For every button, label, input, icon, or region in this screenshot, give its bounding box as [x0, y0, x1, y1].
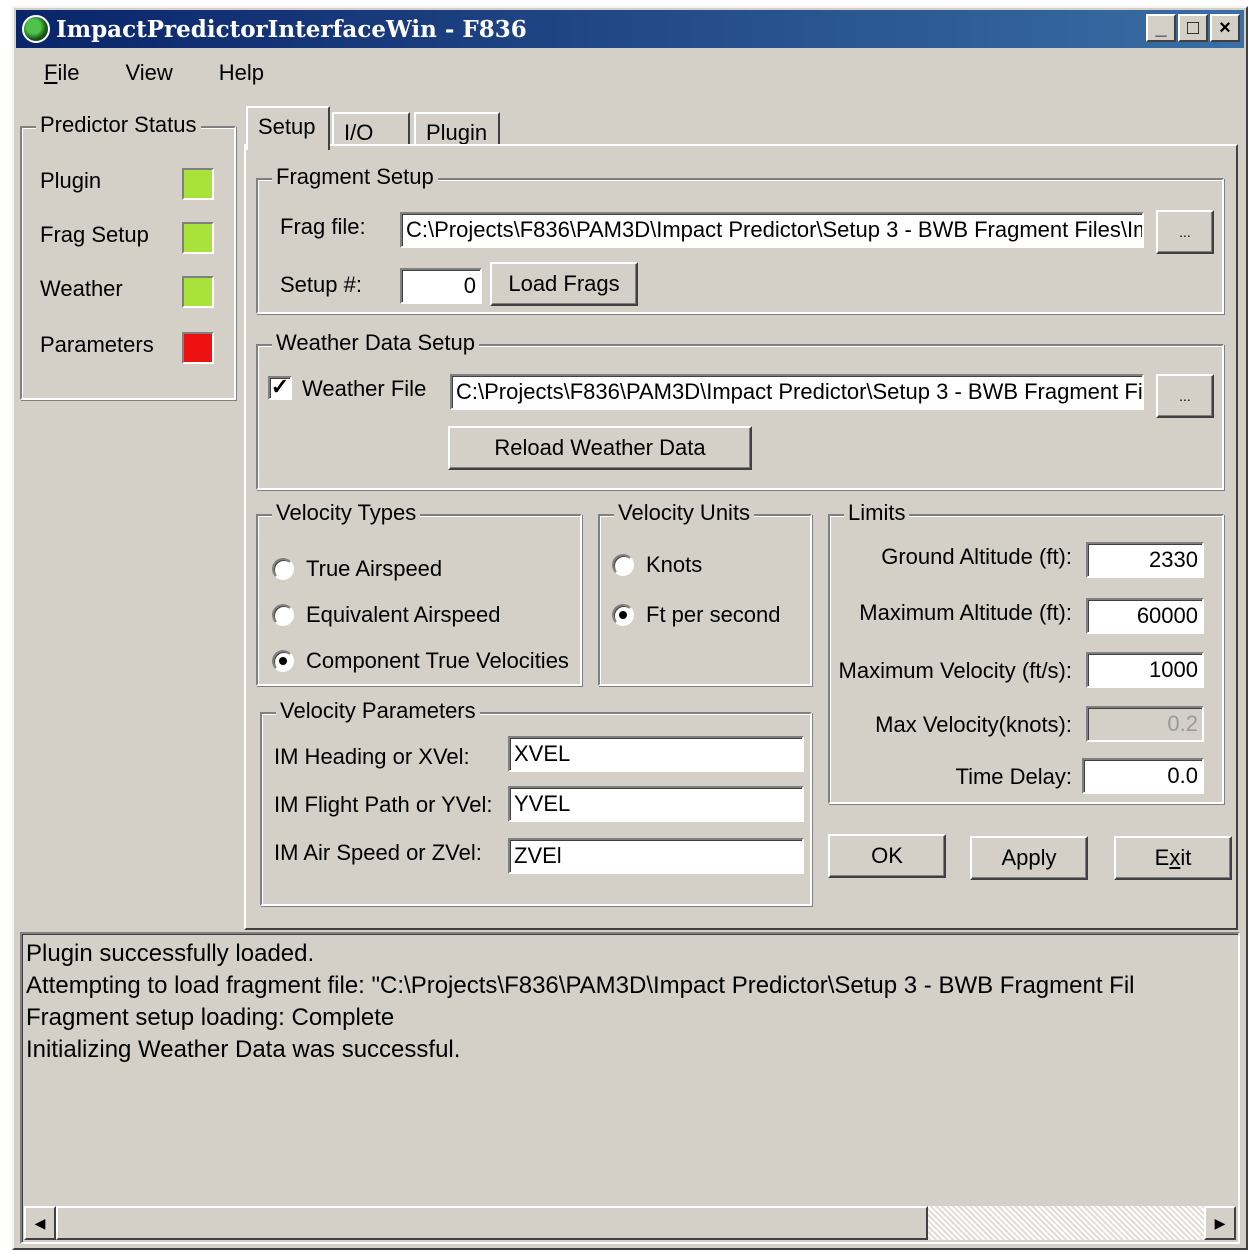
load-frags-button[interactable]: Load Frags — [490, 262, 638, 306]
radio-ft-per-second-label: Ft per second — [646, 602, 781, 627]
main-window: ImpactPredictorInterfaceWin - F836 _ □ ×… — [12, 6, 1248, 1250]
weather-file-input[interactable]: C:\Projects\F836\PAM3D\Impact Predictor\… — [450, 374, 1144, 410]
velocity-types-title: Velocity Types — [272, 500, 421, 526]
radio-component-true-velocities[interactable] — [272, 650, 294, 672]
reload-weather-data-button[interactable]: Reload Weather Data — [448, 426, 752, 470]
radio-knots[interactable] — [612, 554, 634, 576]
im-flight-path-label: IM Flight Path or YVel: — [274, 792, 493, 817]
tab-setup[interactable]: Setup — [246, 106, 330, 150]
im-flight-path-input[interactable]: YVEL — [508, 786, 804, 822]
max-velocity-knots-label: Max Velocity(knots): — [875, 712, 1072, 737]
log-line: Fragment setup loading: Complete — [26, 1004, 395, 1031]
time-delay-label: Time Delay: — [955, 764, 1072, 789]
log-line: Initializing Weather Data was successful… — [26, 1036, 461, 1063]
status-indicator-plugin — [182, 168, 214, 200]
weather-file-checkbox[interactable]: ✓ — [268, 376, 292, 400]
weather-file-browse-button[interactable]: ... — [1156, 374, 1214, 418]
radio-true-airspeed[interactable] — [272, 558, 294, 580]
menu-file-mnemonic: F — [44, 60, 58, 85]
im-air-speed-input[interactable]: ZVEl — [508, 838, 804, 874]
max-velocity-knots-input: 0.2 — [1086, 706, 1204, 742]
log-output-panel[interactable]: Plugin successfully loaded. Attempting t… — [20, 932, 1240, 1244]
frag-file-input[interactable]: C:\Projects\F836\PAM3D\Impact Predictor\… — [400, 212, 1144, 248]
weather-setup-group: Weather Data Setup ✓ Weather File C:\Pro… — [256, 330, 1224, 490]
limits-title: Limits — [844, 500, 910, 526]
ground-altitude-input[interactable]: 2330 — [1086, 542, 1204, 578]
velocity-types-group: Velocity Types True Airspeed Equivalent … — [256, 500, 582, 686]
radio-equivalent-airspeed-label: Equivalent Airspeed — [306, 602, 501, 627]
radio-ft-per-second[interactable] — [612, 604, 634, 626]
predictor-status-title: Predictor Status — [36, 112, 201, 138]
minimize-button[interactable]: _ — [1146, 14, 1176, 42]
status-label-parameters: Parameters — [40, 332, 154, 357]
title-bar[interactable]: ImpactPredictorInterfaceWin - F836 _ □ × — [16, 10, 1244, 48]
predictor-status-group: Predictor Status Plugin Frag Setup Weath… — [20, 112, 236, 400]
exit-label-mnemonic: x — [1169, 845, 1181, 870]
status-label-weather: Weather — [40, 276, 123, 301]
setup-tab-panel: Fragment Setup Frag file: C:\Projects\F8… — [244, 144, 1238, 930]
fragment-setup-title: Fragment Setup — [272, 164, 438, 190]
menu-bar: File View Help — [16, 54, 282, 90]
menu-help[interactable]: Help — [191, 54, 282, 90]
window-controls: _ □ × — [1146, 14, 1240, 42]
log-line: Plugin successfully loaded. — [26, 940, 315, 967]
status-indicator-weather — [182, 276, 214, 308]
status-indicator-parameters — [182, 332, 214, 364]
fragment-setup-group: Fragment Setup Frag file: C:\Projects\F8… — [256, 164, 1224, 314]
frag-file-label: Frag file: — [280, 214, 366, 239]
radio-equivalent-airspeed[interactable] — [272, 604, 294, 626]
menu-view[interactable]: View — [97, 54, 190, 90]
setup-number-input[interactable]: 0 — [400, 268, 482, 304]
velocity-units-title: Velocity Units — [614, 500, 755, 526]
velocity-parameters-group: Velocity Parameters IM Heading or XVel: … — [260, 698, 812, 906]
ground-altitude-label: Ground Altitude (ft): — [881, 544, 1072, 569]
exit-label-prefix: E — [1154, 845, 1170, 870]
close-button[interactable]: × — [1210, 14, 1240, 42]
maximize-button[interactable]: □ — [1178, 14, 1208, 42]
radio-true-airspeed-label: True Airspeed — [306, 556, 443, 581]
maximum-velocity-label: Maximum Velocity (ft/s): — [838, 658, 1072, 683]
maximum-altitude-label: Maximum Altitude (ft): — [859, 600, 1072, 625]
exit-button[interactable]: Ex it — [1114, 836, 1232, 880]
scrollbar-thumb[interactable] — [56, 1206, 928, 1240]
window-title: ImpactPredictorInterfaceWin - F836 — [56, 15, 527, 43]
app-globe-icon — [22, 15, 50, 43]
im-heading-label: IM Heading or XVel: — [274, 744, 470, 769]
maximum-altitude-input[interactable]: 60000 — [1086, 598, 1204, 634]
maximum-velocity-input[interactable]: 1000 — [1086, 652, 1204, 688]
scroll-left-icon[interactable]: ◀ — [24, 1206, 56, 1240]
time-delay-input[interactable]: 0.0 — [1082, 758, 1204, 794]
menu-file-rest: ile — [57, 60, 80, 85]
radio-component-true-velocities-label: Component True Velocities — [306, 648, 569, 673]
velocity-units-group: Velocity Units Knots Ft per second — [598, 500, 812, 686]
im-air-speed-label: IM Air Speed or ZVel: — [274, 840, 482, 865]
im-heading-input[interactable]: XVEL — [508, 736, 804, 772]
radio-knots-label: Knots — [646, 552, 703, 577]
log-line: Attempting to load fragment file: "C:\Pr… — [26, 972, 1135, 999]
apply-button[interactable]: Apply — [970, 836, 1088, 880]
setup-number-label: Setup #: — [280, 272, 362, 297]
status-indicator-frag-setup — [182, 222, 214, 254]
horizontal-scrollbar[interactable]: ◀ ▶ — [24, 1206, 1236, 1240]
menu-file[interactable]: File — [16, 54, 97, 90]
status-label-plugin: Plugin — [40, 168, 102, 193]
weather-setup-title: Weather Data Setup — [272, 330, 479, 356]
status-label-frag-setup: Frag Setup — [40, 222, 149, 247]
weather-file-label: Weather File — [302, 376, 427, 401]
ok-button[interactable]: OK — [828, 834, 946, 878]
frag-file-browse-button[interactable]: ... — [1156, 210, 1214, 254]
limits-group: Limits Ground Altitude (ft): 2330 Maximu… — [828, 500, 1224, 804]
scroll-right-icon[interactable]: ▶ — [1204, 1206, 1236, 1240]
exit-label-suffix: it — [1180, 845, 1192, 870]
velocity-parameters-title: Velocity Parameters — [276, 698, 480, 724]
